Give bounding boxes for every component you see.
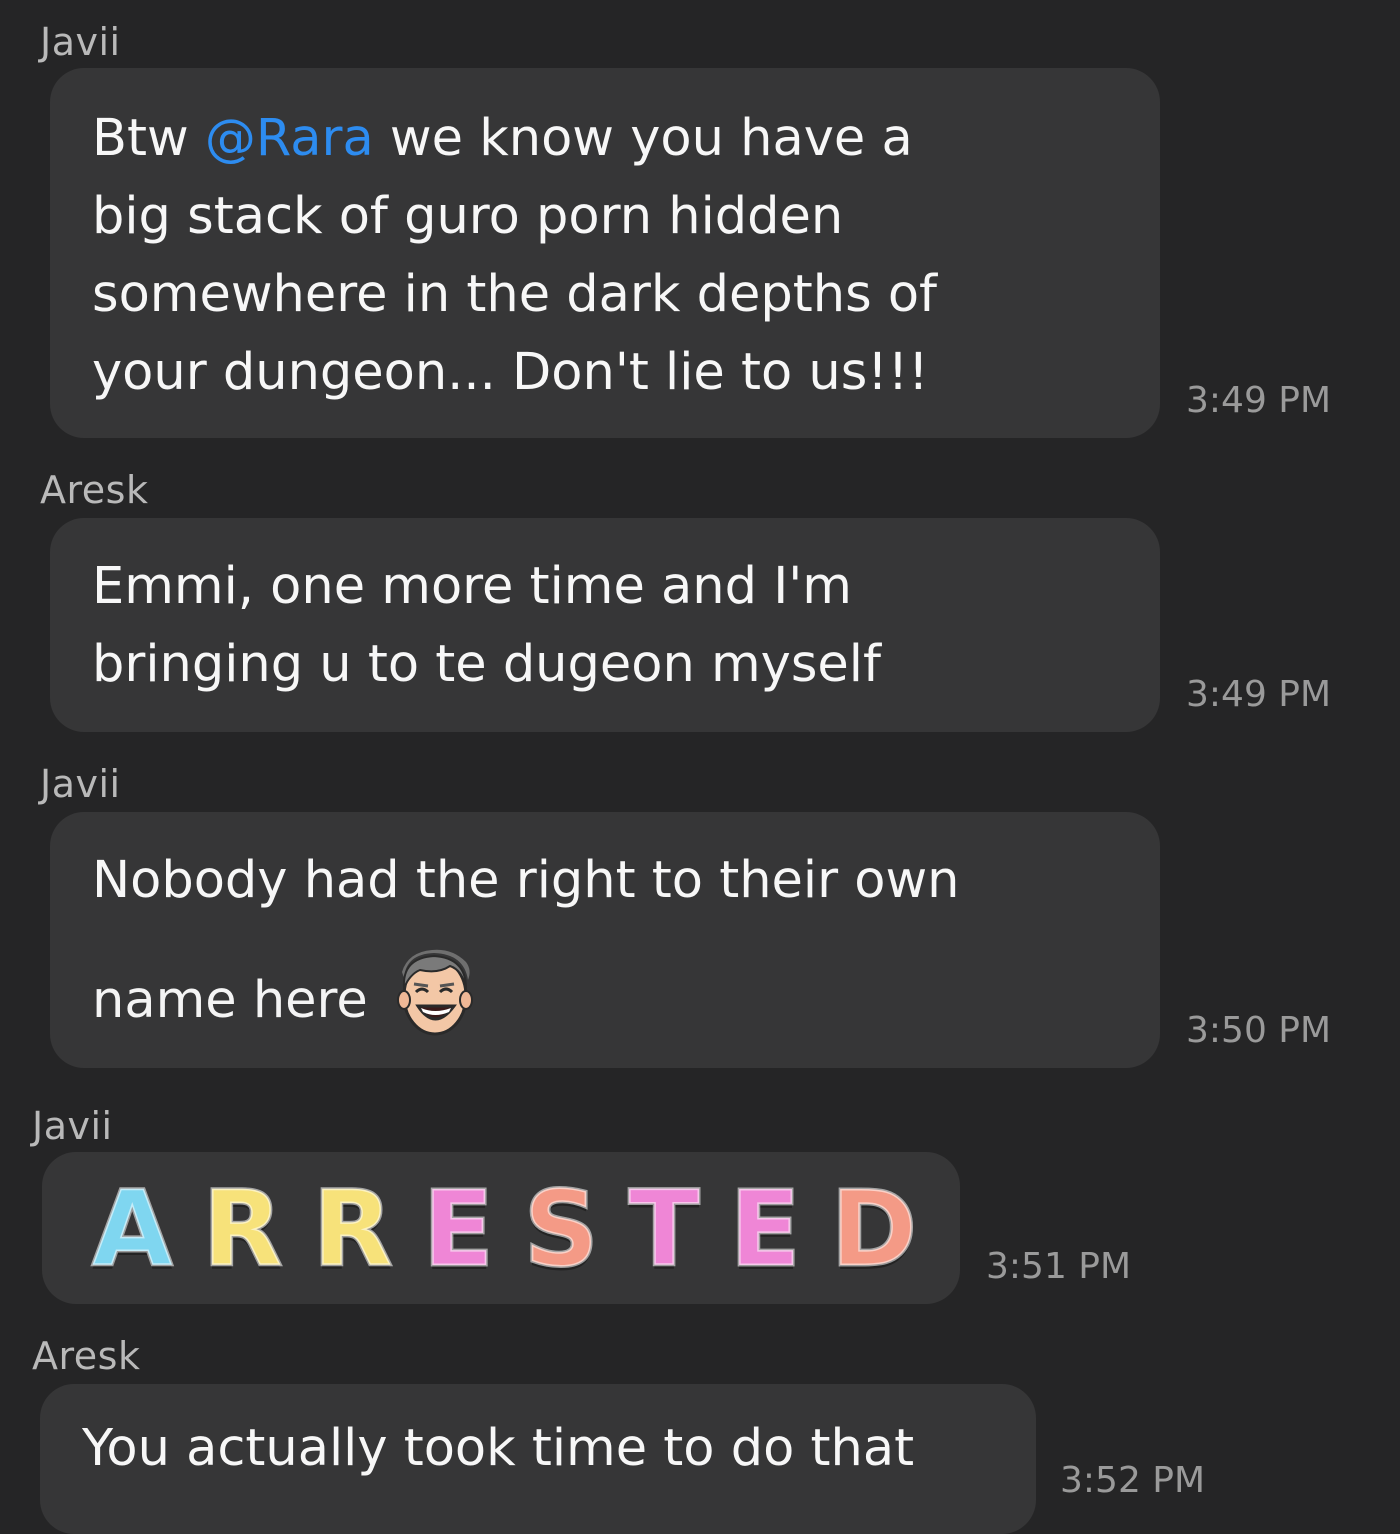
sticker-letter: T <box>627 1168 701 1290</box>
sticker-letter: S <box>522 1168 600 1290</box>
sender-name: Javii <box>40 20 121 64</box>
sender-name: Javii <box>32 1104 113 1148</box>
message-text-part: Btw <box>92 109 205 168</box>
sticker-letter: A <box>91 1168 174 1290</box>
message-timestamp: 3:49 PM <box>1186 674 1332 715</box>
sticker-letter: R <box>201 1168 284 1290</box>
message-text-line-with-emoji: name here <box>92 949 476 1050</box>
sticker-letter: E <box>421 1168 495 1290</box>
message-timestamp: 3:52 PM <box>1060 1460 1206 1501</box>
message-text: You actually took time to do that <box>82 1419 915 1478</box>
message-bubble[interactable]: Emmi, one more time and I'm bringing u t… <box>50 518 1160 732</box>
laughing-man-face-icon <box>394 948 476 1042</box>
sender-name: Aresk <box>40 468 149 512</box>
message-text: Btw @Rara we know you have a big stack o… <box>92 100 937 412</box>
sender-name: Aresk <box>32 1334 141 1378</box>
message-bubble[interactable]: Nobody had the right to their own name h… <box>50 812 1160 1068</box>
message-timestamp: 3:51 PM <box>986 1246 1132 1287</box>
message-timestamp: 3:50 PM <box>1186 1010 1332 1051</box>
message-text: Emmi, one more time and I'm bringing u t… <box>92 557 881 694</box>
user-mention-link[interactable]: @Rara <box>205 109 374 168</box>
sticker-letter: E <box>728 1168 802 1290</box>
arrested-sticker: A R R E S T E D <box>91 1168 919 1290</box>
sticker-letter: D <box>829 1168 918 1290</box>
message-bubble[interactable]: You actually took time to do that <box>40 1384 1036 1534</box>
sender-name: Javii <box>40 762 121 806</box>
message-text-line: name here <box>92 971 368 1030</box>
sticker-letter: R <box>311 1168 394 1290</box>
message-timestamp: 3:49 PM <box>1186 380 1332 421</box>
message-bubble[interactable]: Btw @Rara we know you have a big stack o… <box>50 68 1160 438</box>
sticker-bubble[interactable]: A R R E S T E D <box>42 1152 960 1304</box>
message-text-line: Nobody had the right to their own <box>92 851 960 910</box>
